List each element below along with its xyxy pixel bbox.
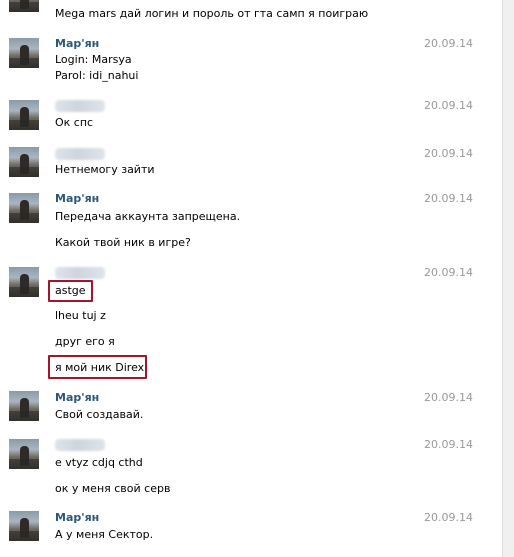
message-text: Нетнемогу зайти — [55, 163, 155, 176]
message-text: Передача аккаунта запрещена. — [55, 210, 241, 223]
avatar[interactable] — [9, 511, 39, 541]
avatar[interactable] — [9, 147, 39, 177]
sender-name[interactable]: Мар'ян — [55, 37, 99, 50]
avatar[interactable] — [9, 38, 39, 68]
message-text: Какой твой ник в игре? — [55, 236, 191, 249]
message-text: Свой создавай. — [55, 408, 144, 421]
avatar[interactable] — [9, 439, 39, 469]
message-date[interactable]: 20.09.14 — [424, 438, 473, 451]
sender-name-redacted[interactable] — [55, 439, 105, 451]
message-text: А у меня Сектор. — [55, 528, 154, 541]
avatar[interactable] — [9, 391, 39, 421]
avatar[interactable] — [9, 0, 39, 12]
message-text: Ок спс — [55, 116, 94, 129]
message-date[interactable]: 20.09.14 — [424, 266, 473, 279]
message-date[interactable]: 20.09.14 — [424, 511, 473, 524]
message-date[interactable]: 20.09.14 — [424, 99, 473, 112]
message-text: друг его я — [55, 335, 115, 348]
message-text: lheu tuj z — [55, 309, 106, 322]
sender-name-redacted[interactable] — [55, 148, 105, 160]
message-date[interactable]: 20.09.14 — [424, 147, 473, 160]
sender-name[interactable]: Мар'ян — [55, 192, 99, 205]
scrollbar[interactable] — [502, 0, 514, 557]
avatar[interactable] — [9, 193, 39, 223]
sender-name[interactable]: Мар'ян — [55, 391, 99, 404]
message-date[interactable]: 20.09.14 — [424, 37, 473, 50]
message-date[interactable]: 20.09.14 — [424, 192, 473, 205]
message-text: я мой ник Direx — [55, 361, 145, 374]
message-text: e vtyz cdjq cthd — [55, 456, 143, 469]
message-text: Parol: idi_nahui — [55, 69, 139, 82]
message-text: ок у меня свой серв — [55, 482, 171, 495]
message-date[interactable]: 20.09.14 — [424, 391, 473, 404]
message-text: Login: Marsya — [55, 53, 132, 66]
message-text: Mega mars дай логин и пороль от гта самп… — [55, 7, 369, 20]
sender-name-redacted[interactable] — [55, 100, 105, 112]
message-text: astge — [55, 284, 86, 297]
avatar[interactable] — [9, 100, 39, 130]
message: Мар'ян 20.09.14 А у меня Сектор. — [0, 0, 500, 541]
sender-name-redacted[interactable] — [55, 267, 105, 279]
sender-name[interactable]: Мар'ян — [55, 511, 99, 524]
avatar[interactable] — [9, 267, 39, 297]
